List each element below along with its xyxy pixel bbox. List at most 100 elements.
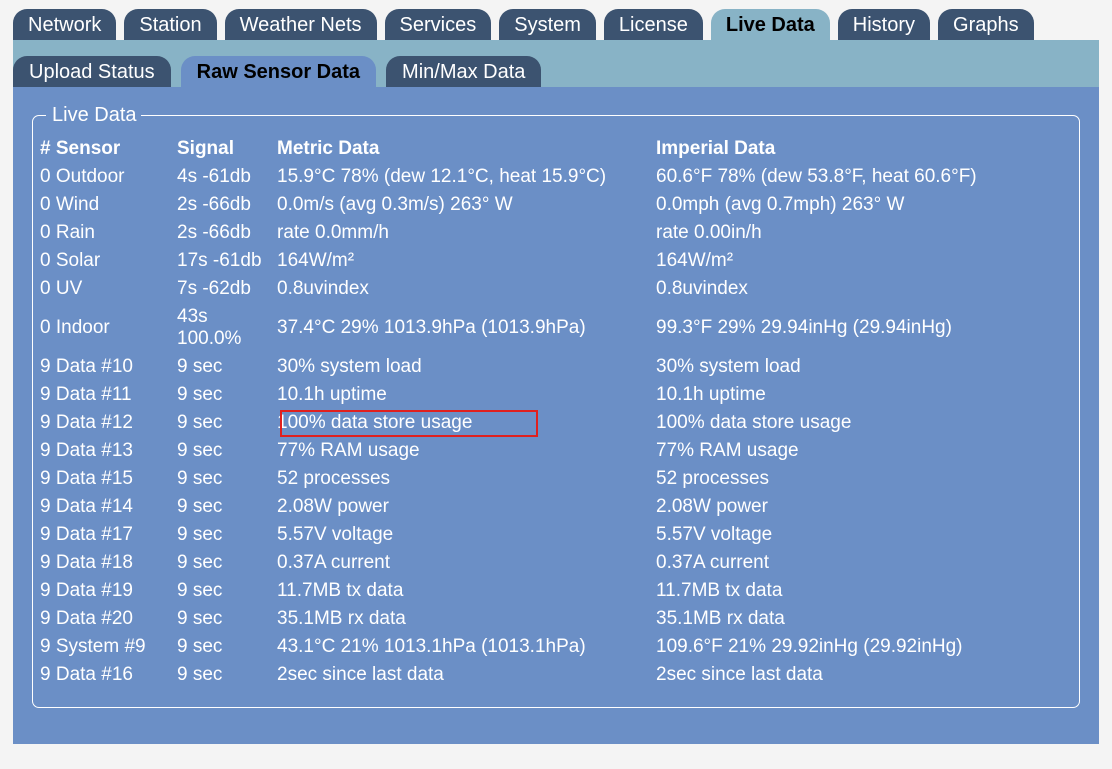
table-row: 0 Rain 2s -66db rate 0.0mm/h rate 0.00in… [34,219,983,247]
sensor-cell: 0 Wind [40,194,100,215]
metric-cell: 11.7MB tx data [277,580,404,601]
sensor-cell: 9 Data #13 [40,440,133,461]
imperial-cell: 77% RAM usage [656,440,799,461]
signal-cell: 2s -66db [177,194,251,215]
signal-age: 43s [177,306,208,327]
imperial-cell: 164W/m² [656,250,734,271]
signal-cell: 7s -62db [177,278,251,299]
signal-cell: 9 sec [177,608,223,629]
sensor-cell: 9 Data #11 [40,384,132,405]
signal-cell: 2s -66db [177,222,251,243]
tab-services[interactable]: Services [384,9,492,40]
signal-cell: 9 sec [177,636,223,657]
imperial-cell: 2sec since last data [656,664,823,685]
signal-cell: 17s -61db [177,250,262,271]
signal-cell: 9 sec [177,356,223,377]
table-row: 0 UV 7s -62db 0.8uvindex 0.8uvindex [34,275,983,303]
metric-cell: 37.4°C 29% 1013.9hPa (1013.9hPa) [277,317,586,338]
imperial-cell: 0.8uvindex [656,278,748,299]
tab-weather-nets[interactable]: Weather Nets [224,9,377,40]
tab-history[interactable]: History [837,9,931,40]
imperial-cell: 35.1MB rx data [656,608,785,629]
imperial-cell: 5.57V voltage [656,524,773,545]
imperial-cell: rate 0.00in/h [656,222,762,243]
tab-station[interactable]: Station [124,9,217,40]
table-row: 9 Data #16 9 sec 2sec since last data 2s… [34,661,983,689]
table-row: 9 Data #11 9 sec 10.1h uptime 10.1h upti… [34,381,983,409]
subtab-raw-sensor-data[interactable]: Raw Sensor Data [180,56,377,87]
table-row: 0 Outdoor 4s -61db 15.9°C 78% (dew 12.1°… [34,163,983,191]
sensor-cell: 0 UV [40,278,83,299]
metric-cell: 43.1°C 21% 1013.1hPa (1013.1hPa) [277,636,586,657]
metric-cell: 5.57V voltage [277,524,394,545]
metric-cell: 0.37A current [277,552,391,573]
sensor-cell: 9 Data #20 [40,608,133,629]
subtab-upload-status[interactable]: Upload Status [13,56,171,87]
signal-cell: 9 sec [177,664,223,685]
metric-cell: 0.8uvindex [277,278,369,299]
imperial-cell: 10.1h uptime [656,384,766,405]
imperial-cell: 2.08W power [656,496,768,517]
tab-graphs[interactable]: Graphs [938,9,1034,40]
sensor-cell: 9 Data #10 [40,356,133,377]
sensor-cell: 9 Data #14 [40,496,133,517]
subtab-min-max-data[interactable]: Min/Max Data [386,56,542,87]
table-row: 9 Data #10 9 sec 30% system load 30% sys… [34,353,983,381]
sensor-cell: 0 Indoor [40,317,110,338]
imperial-cell: 100% data store usage [656,412,852,433]
sensor-cell: 9 Data #15 [40,468,133,489]
imperial-cell: 30% system load [656,356,801,377]
table-row: 9 Data #17 9 sec 5.57V voltage 5.57V vol… [34,521,983,549]
sensor-cell: 9 Data #19 [40,580,133,601]
table-row: 9 Data #12 9 sec 100% data store usage 1… [34,409,983,437]
sensor-cell: 0 Outdoor [40,166,125,187]
signal-cell: 9 sec [177,384,223,405]
metric-cell: rate 0.0mm/h [277,222,389,243]
signal-cell: 9 sec [177,552,223,573]
metric-cell: 15.9°C 78% (dew 12.1°C, heat 15.9°C) [277,166,607,187]
sensor-cell: 9 Data #18 [40,552,133,573]
imperial-cell: 109.6°F 21% 29.92inHg (29.92inHg) [656,636,963,657]
imperial-cell: 99.3°F 29% 29.94inHg (29.94inHg) [656,317,952,338]
metric-cell: 77% RAM usage [277,440,420,461]
signal-cell: 9 sec [177,412,223,433]
main-tab-bar: Network Station Weather Nets Services Sy… [13,9,1042,40]
metric-cell: 52 processes [277,468,391,489]
sensor-cell: 0 Solar [40,250,101,271]
header-signal: Signal [177,138,235,159]
sensor-cell: 9 System #9 [40,636,146,657]
tab-license[interactable]: License [603,9,703,40]
signal-cell: 9 sec [177,440,223,461]
tab-network[interactable]: Network [13,9,117,40]
imperial-cell: 11.7MB tx data [656,580,783,601]
metric-cell: 30% system load [277,356,422,377]
table-row: 9 Data #13 9 sec 77% RAM usage 77% RAM u… [34,437,983,465]
table-row: 0 Wind 2s -66db 0.0m/s (avg 0.3m/s) 263°… [34,191,983,219]
header-metric: Metric Data [277,138,380,159]
sensor-cell: 9 Data #12 [40,412,133,433]
signal-cell: 9 sec [177,468,223,489]
sensor-cell: 9 Data #17 [40,524,133,545]
metric-cell: 2.08W power [277,496,389,517]
panel-legend: Live Data [46,103,141,127]
tab-system[interactable]: System [499,9,596,40]
table-row: 9 System #9 9 sec 43.1°C 21% 1013.1hPa (… [34,633,983,661]
signal-cell: 9 sec [177,580,223,601]
table-row: 9 Data #14 9 sec 2.08W power 2.08W power [34,493,983,521]
imperial-cell: 0.37A current [656,552,770,573]
tab-live-data[interactable]: Live Data [710,9,830,40]
signal-cell: 4s -61db [177,166,251,187]
metric-cell: 10.1h uptime [277,384,387,405]
sensor-cell: 0 Rain [40,222,95,243]
signal-cell: 9 sec [177,496,223,517]
sub-tab-bar: Upload Status Raw Sensor Data Min/Max Da… [13,40,1099,87]
metric-cell: 0.0m/s (avg 0.3m/s) 263° W [277,194,513,215]
metric-cell: 100% data store usage [277,412,473,433]
imperial-cell: 0.0mph (avg 0.7mph) 263° W [656,194,905,215]
signal-cell: 9 sec [177,524,223,545]
sub-tab-list: Upload Status Raw Sensor Data Min/Max Da… [13,56,551,87]
imperial-cell: 60.6°F 78% (dew 53.8°F, heat 60.6°F) [656,166,977,187]
signal-cell: 43s 100.0% [171,303,271,353]
table-row: 9 Data #18 9 sec 0.37A current 0.37A cur… [34,549,983,577]
metric-cell: 35.1MB rx data [277,608,406,629]
